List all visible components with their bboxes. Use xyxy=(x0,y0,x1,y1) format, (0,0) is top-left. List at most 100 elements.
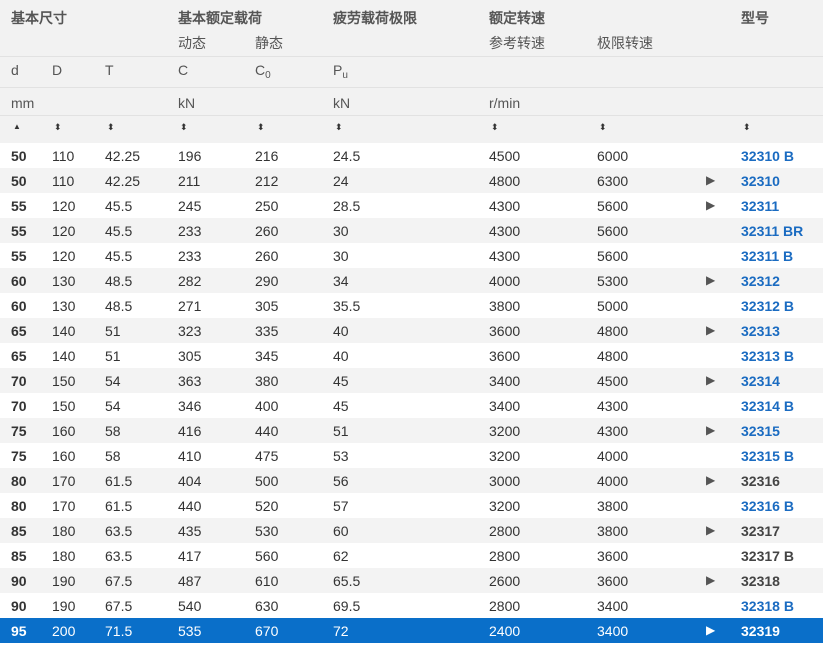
table-row[interactable]: 60 130 48.5 271 305 35.5 3800 5000 32312 B xyxy=(0,293,823,318)
table-row[interactable]: 55 120 45.5 245 250 28.5 4300 5600 ▶ 32311 xyxy=(0,193,823,218)
sort-icon[interactable]: ⬍ xyxy=(257,123,265,132)
table-row[interactable]: 55 120 45.5 233 260 30 4300 5600 32311 BR xyxy=(0,218,823,243)
table-row[interactable]: 70 150 54 346 400 45 3400 4300 32314 B xyxy=(0,393,823,418)
cell-lim: 3800 xyxy=(597,498,629,514)
model-link[interactable]: 32319 xyxy=(741,624,780,638)
symbol-d: d xyxy=(11,62,19,78)
sort-icon[interactable]: ⬍ xyxy=(54,123,62,132)
sort-icon[interactable]: ⬍ xyxy=(335,123,343,132)
cell-lim: 5600 xyxy=(597,248,629,264)
group-basic-dimensions: 基本尺寸 xyxy=(11,10,67,26)
cell-D: 150 xyxy=(52,373,76,389)
table-row[interactable]: 90 190 67.5 540 630 69.5 2800 3400 32318 B xyxy=(0,593,823,618)
model-link[interactable]: 32311 xyxy=(741,199,779,213)
expand-arrow-icon[interactable]: ▶ xyxy=(706,424,715,436)
cell-C0: 440 xyxy=(255,423,279,439)
model-link[interactable]: 32315 xyxy=(741,424,780,438)
model-link[interactable]: 32312 B xyxy=(741,299,794,313)
cell-C0: 670 xyxy=(255,623,279,639)
sort-icon[interactable]: ⬍ xyxy=(180,123,188,132)
table-row[interactable]: 95 200 71.5 535 670 72 2400 3400 ▶ 32319 xyxy=(0,618,823,643)
expand-arrow-icon[interactable]: ▶ xyxy=(706,199,715,211)
model-link[interactable]: 32315 B xyxy=(741,449,794,463)
expand-arrow-icon[interactable]: ▶ xyxy=(706,374,715,386)
symbol-Pu: Pu xyxy=(333,62,348,81)
table-row[interactable]: 80 170 61.5 404 500 56 3000 4000 ▶ 32316 xyxy=(0,468,823,493)
cell-lim: 3800 xyxy=(597,523,629,539)
table-row[interactable]: 80 170 61.5 440 520 57 3200 3800 32316 B xyxy=(0,493,823,518)
table-row[interactable]: 55 120 45.5 233 260 30 4300 5600 32311 B xyxy=(0,243,823,268)
expand-arrow-icon[interactable]: ▶ xyxy=(706,474,715,486)
cell-D: 150 xyxy=(52,398,76,414)
model-link[interactable]: 32316 B xyxy=(741,499,794,513)
group-load-ratings: 基本额定载荷 xyxy=(178,10,262,26)
cell-T: 42.25 xyxy=(105,148,141,164)
model-link[interactable]: 32313 xyxy=(741,324,780,338)
unit-kn-load: kN xyxy=(178,95,196,111)
model-link[interactable]: 32310 xyxy=(741,174,780,188)
group-fatigue-limit: 疲劳载荷极限 xyxy=(333,10,417,26)
unit-mm: mm xyxy=(11,95,35,111)
cell-Pu: 72 xyxy=(333,623,349,639)
model-link[interactable]: 32311 B xyxy=(741,249,793,263)
cell-C0: 560 xyxy=(255,548,279,564)
table-row[interactable]: 70 150 54 363 380 45 3400 4500 ▶ 32314 xyxy=(0,368,823,393)
group-speed-ratings: 额定转速 xyxy=(489,10,545,26)
cell-T: 61.5 xyxy=(105,473,133,489)
model-link[interactable]: 32313 B xyxy=(741,349,794,363)
cell-C: 410 xyxy=(178,448,202,464)
sub-limiting-speed: 极限转速 xyxy=(597,35,653,51)
sort-icon[interactable]: ⬍ xyxy=(107,123,115,132)
table-row[interactable]: 75 160 58 416 440 51 3200 4300 ▶ 32315 xyxy=(0,418,823,443)
cell-C: 416 xyxy=(178,423,202,439)
table-row[interactable]: 75 160 58 410 475 53 3200 4000 32315 B xyxy=(0,443,823,468)
sort-asc-icon[interactable]: ▲ xyxy=(13,123,21,131)
sort-icon[interactable]: ⬍ xyxy=(491,123,499,132)
cell-Pu: 34 xyxy=(333,273,349,289)
cell-lim: 3600 xyxy=(597,548,629,564)
cell-Pu: 30 xyxy=(333,248,349,264)
table-row[interactable]: 50 110 42.25 211 212 24 4800 6300 ▶ 32310 xyxy=(0,168,823,193)
unit-rpm: r/min xyxy=(489,95,521,111)
cell-ref: 4800 xyxy=(489,173,521,189)
expand-arrow-icon[interactable]: ▶ xyxy=(706,624,715,636)
model-link[interactable]: 32311 BR xyxy=(741,224,803,238)
cell-C: 404 xyxy=(178,473,202,489)
sort-icon[interactable]: ⬍ xyxy=(743,123,751,132)
expand-arrow-icon[interactable]: ▶ xyxy=(706,524,715,536)
symbol-T: T xyxy=(105,62,114,78)
cell-d: 70 xyxy=(11,398,27,414)
expand-arrow-icon[interactable]: ▶ xyxy=(706,174,715,186)
cell-T: 42.25 xyxy=(105,173,141,189)
cell-Pu: 28.5 xyxy=(333,198,361,214)
cell-Pu: 69.5 xyxy=(333,598,361,614)
sort-icon[interactable]: ⬍ xyxy=(599,123,607,132)
table-row[interactable]: 50 110 42.25 196 216 24.5 4500 6000 32310 B xyxy=(0,143,823,168)
cell-T: 58 xyxy=(105,423,121,439)
table-row[interactable]: 60 130 48.5 282 290 34 4000 5300 ▶ 32312 xyxy=(0,268,823,293)
model-link[interactable]: 32314 B xyxy=(741,399,794,413)
model-link[interactable]: 32318 B xyxy=(741,599,794,613)
cell-ref: 4300 xyxy=(489,248,521,264)
model-link[interactable]: 32312 xyxy=(741,274,780,288)
expand-arrow-icon[interactable]: ▶ xyxy=(706,324,715,336)
model-link[interactable]: 32310 B xyxy=(741,149,794,163)
cell-Pu: 62 xyxy=(333,548,349,564)
model-link[interactable]: 32314 xyxy=(741,374,780,388)
cell-C: 346 xyxy=(178,398,202,414)
cell-d: 95 xyxy=(11,623,27,639)
cell-C: 233 xyxy=(178,248,202,264)
table-row[interactable]: 85 180 63.5 417 560 62 2800 3600 32317 B xyxy=(0,543,823,568)
table-row[interactable]: 85 180 63.5 435 530 60 2800 3800 ▶ 32317 xyxy=(0,518,823,543)
expand-arrow-icon[interactable]: ▶ xyxy=(706,574,715,586)
expand-arrow-icon[interactable]: ▶ xyxy=(706,274,715,286)
cell-ref: 4000 xyxy=(489,273,521,289)
cell-d: 85 xyxy=(11,548,27,564)
table-row[interactable]: 65 140 51 305 345 40 3600 4800 32313 B xyxy=(0,343,823,368)
cell-d: 75 xyxy=(11,448,27,464)
cell-D: 160 xyxy=(52,423,76,439)
cell-D: 170 xyxy=(52,498,76,514)
table-row[interactable]: 90 190 67.5 487 610 65.5 2600 3600 ▶ 32318 xyxy=(0,568,823,593)
cell-T: 63.5 xyxy=(105,548,133,564)
table-row[interactable]: 65 140 51 323 335 40 3600 4800 ▶ 32313 xyxy=(0,318,823,343)
